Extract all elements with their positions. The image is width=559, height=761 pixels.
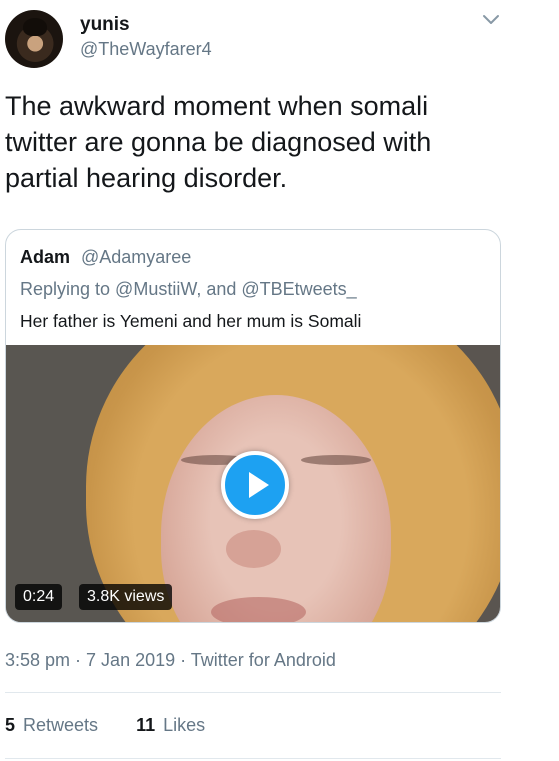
likes-count: 11 (136, 715, 156, 735)
tweet-text-line: twitter are gonna be diagnosed with (5, 127, 432, 157)
divider (5, 692, 501, 693)
tweet-meta: 3:58 pm · 7 Jan 2019 · Twitter for Andro… (5, 650, 336, 671)
author-name[interactable]: yunis (80, 14, 130, 36)
tweet-time[interactable]: 3:58 pm (5, 650, 70, 670)
divider (5, 758, 501, 759)
video-duration-badge: 0:24 (15, 584, 63, 610)
meta-separator: · (175, 650, 191, 670)
replying-to-text: Replying to @MustiiW, and @TBEtweets_ (20, 279, 357, 299)
author-handle[interactable]: @TheWayfarer4 (80, 39, 212, 60)
tweet-text-line: The awkward moment when somali (5, 91, 429, 121)
tweet-text-line: partial hearing disorder. (5, 163, 288, 193)
author-avatar[interactable] (5, 10, 63, 68)
play-icon[interactable] (221, 451, 289, 519)
retweets-label: Retweets (23, 715, 99, 735)
retweets-stat[interactable]: 5 Retweets (5, 715, 98, 735)
video-views-badge: 3.8K views (79, 584, 173, 610)
tweet-date[interactable]: 7 Jan 2019 (86, 650, 175, 670)
video-player[interactable]: 0:24 3.8K views (6, 345, 500, 622)
quoted-tweet-card[interactable]: Adam @Adamyaree Replying to @MustiiW, an… (5, 229, 501, 623)
tweet-text: The awkward moment when somali twitter a… (5, 88, 505, 196)
likes-label: Likes (163, 715, 206, 735)
video-nose (226, 530, 281, 568)
tweet-source[interactable]: Twitter for Android (191, 650, 336, 670)
video-lips (211, 597, 306, 622)
meta-separator: · (70, 650, 87, 670)
video-brow-right (301, 455, 371, 465)
likes-stat[interactable]: 11 Likes (136, 715, 205, 735)
quoted-author-handle: @Adamyaree (81, 247, 192, 267)
quoted-tweet-text: Her father is Yemeni and her mum is Soma… (20, 311, 362, 331)
retweets-count: 5 (5, 715, 16, 735)
quoted-author-name: Adam (20, 247, 71, 267)
chevron-down-icon[interactable] (480, 12, 502, 28)
tweet-stats: 5 Retweets 11 Likes (5, 715, 205, 736)
